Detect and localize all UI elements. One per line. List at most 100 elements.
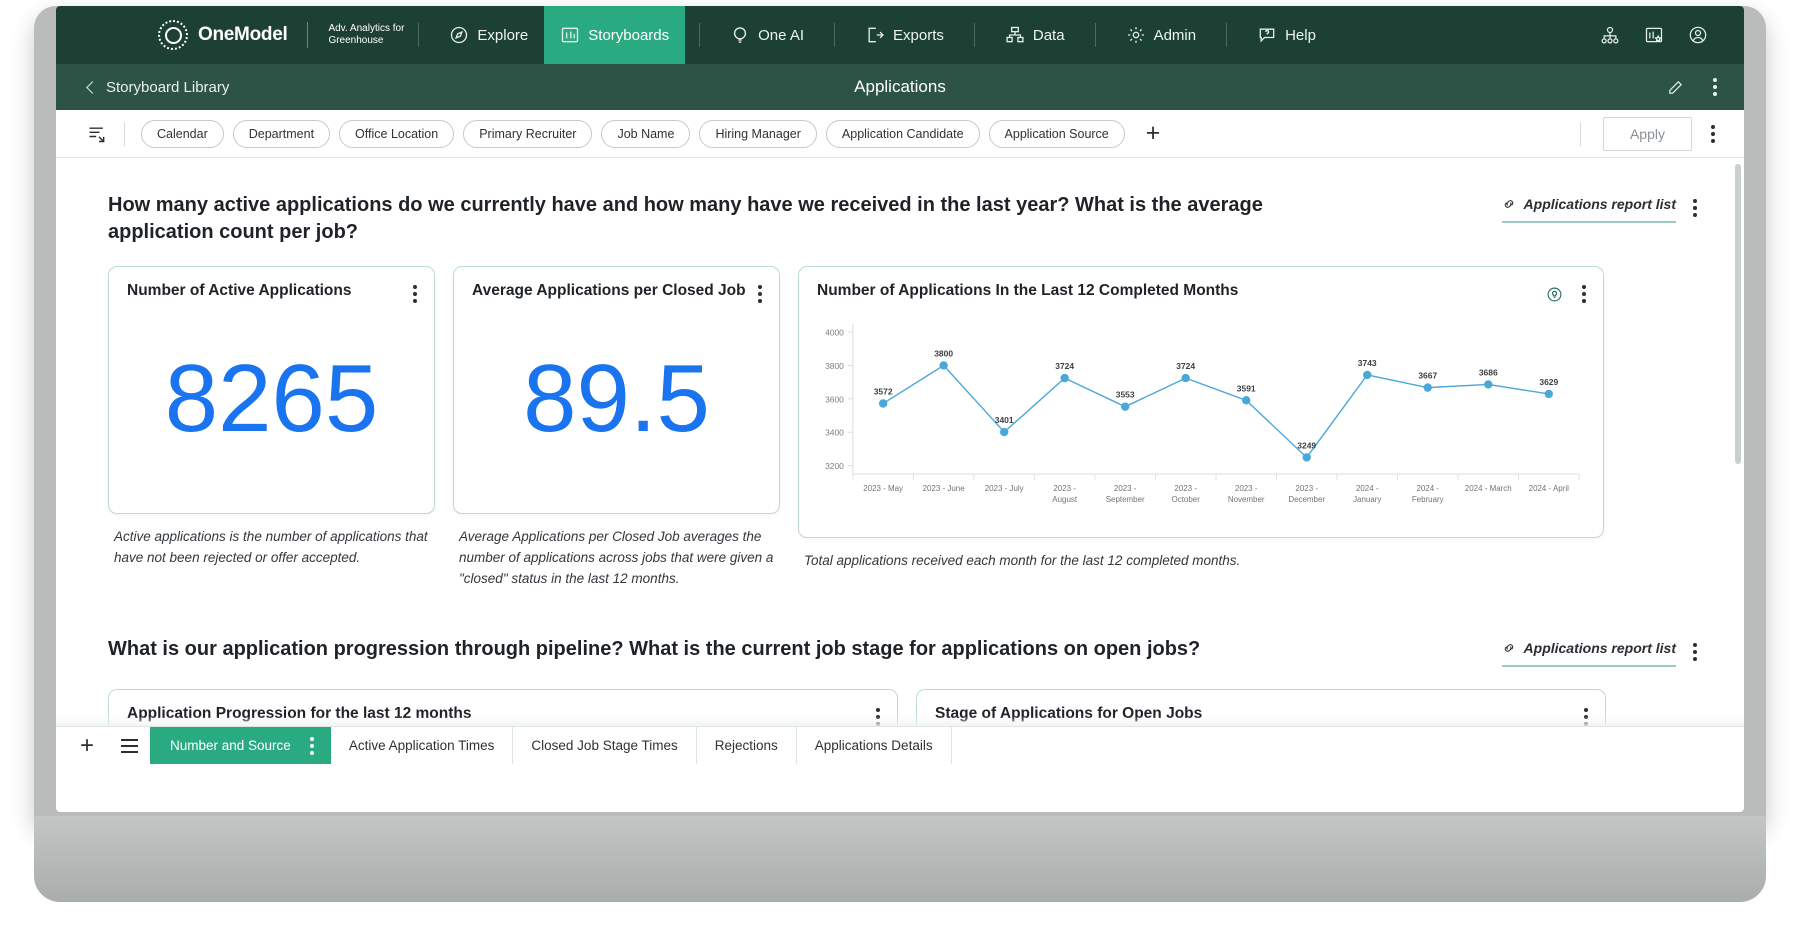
- tab-closed-job-stage-times[interactable]: Closed Job Stage Times: [513, 727, 697, 764]
- nav-label: One AI: [758, 26, 805, 44]
- compass-icon: [449, 25, 469, 45]
- tab-list-menu-button[interactable]: [108, 727, 150, 764]
- org-chart-icon[interactable]: [1600, 25, 1620, 45]
- svg-text:3249: 3249: [1297, 440, 1316, 450]
- svg-text:3629: 3629: [1539, 377, 1558, 387]
- svg-text:2023 - July: 2023 - July: [985, 484, 1024, 493]
- nav-label: Admin: [1153, 26, 1197, 44]
- filter-list-icon[interactable]: [86, 124, 108, 144]
- filter-chip-application-candidate[interactable]: Application Candidate: [825, 119, 980, 148]
- filter-chip-department[interactable]: Department: [232, 119, 331, 148]
- filter-chip-office-location[interactable]: Office Location: [339, 119, 455, 148]
- section-kebab-menu-icon-1[interactable]: [1690, 196, 1700, 220]
- export-icon: [865, 25, 885, 45]
- chart-column: Number of Applications In the Last 12 Co…: [798, 266, 1604, 572]
- lightbulb-icon[interactable]: [1546, 286, 1563, 303]
- svg-text:2023 -: 2023 -: [1235, 484, 1258, 493]
- report-link-label-1: Applications report list: [1523, 196, 1676, 212]
- add-filter-icon[interactable]: +: [1146, 121, 1161, 146]
- nav-label: Explore: [477, 26, 529, 44]
- device-frame: OneModel Adv. Analytics for Greenhouse E…: [0, 0, 1800, 941]
- filter-kebab-menu-icon[interactable]: [1708, 122, 1718, 146]
- chart-card-kebab-menu-icon[interactable]: [1579, 282, 1589, 306]
- svg-text:3724: 3724: [1176, 361, 1195, 371]
- svg-text:February: February: [1412, 495, 1444, 504]
- nav-divider: [1094, 23, 1096, 47]
- report-link-2[interactable]: Applications report list: [1501, 640, 1676, 667]
- nav-item-admin[interactable]: Admin: [1110, 6, 1213, 64]
- filter-chip-application-source[interactable]: Application Source: [988, 119, 1125, 148]
- subheader-kebab-menu-icon[interactable]: [1710, 75, 1720, 99]
- tab-kebab-menu-icon[interactable]: [307, 734, 317, 758]
- pencil-icon[interactable]: [1667, 79, 1684, 96]
- svg-text:January: January: [1353, 495, 1381, 504]
- nav-item-exports[interactable]: Exports: [849, 6, 960, 64]
- app-screen: OneModel Adv. Analytics for Greenhouse E…: [56, 6, 1744, 812]
- nav-divider: [1226, 23, 1228, 47]
- subheader-actions: [1667, 75, 1720, 99]
- kpi-caption-active-applications: Active applications is the number of app…: [114, 529, 428, 565]
- back-to-storyboard-library[interactable]: Storyboard Library: [86, 78, 230, 96]
- section-actions-1: Applications report list: [1501, 192, 1700, 223]
- filter-chip-hiring-manager[interactable]: Hiring Manager: [699, 119, 817, 148]
- svg-text:2023 - June: 2023 - June: [923, 484, 966, 493]
- svg-text:2024 -: 2024 -: [1416, 484, 1439, 493]
- svg-text:3400: 3400: [825, 428, 844, 438]
- panel-title: Stage of Applications for Open Jobs: [935, 704, 1203, 722]
- filter-chip-primary-recruiter[interactable]: Primary Recruiter: [463, 119, 593, 148]
- svg-text:2024 - March: 2024 - March: [1465, 484, 1512, 493]
- filter-actions-divider: [1579, 121, 1581, 146]
- tab-rejections[interactable]: Rejections: [697, 727, 797, 764]
- svg-text:2023 - May: 2023 - May: [863, 484, 903, 493]
- svg-text:3401: 3401: [995, 415, 1014, 425]
- filter-chip-calendar[interactable]: Calendar: [141, 119, 224, 148]
- nav-item-one-ai[interactable]: One AI: [714, 6, 820, 64]
- svg-text:August: August: [1052, 495, 1078, 504]
- svg-text:2024 -: 2024 -: [1356, 484, 1379, 493]
- favorite-dashboard-icon[interactable]: [1644, 25, 1664, 45]
- gear-icon: [1126, 25, 1146, 45]
- nav-label: Exports: [893, 26, 944, 44]
- kpi-card-kebab-menu-icon[interactable]: [755, 282, 765, 306]
- svg-text:September: September: [1106, 495, 1145, 504]
- svg-text:3800: 3800: [825, 361, 844, 371]
- section-actions-2: Applications report list: [1501, 636, 1700, 667]
- svg-text:October: October: [1172, 495, 1201, 504]
- help-chat-icon: [1257, 25, 1277, 45]
- tab-number-and-source[interactable]: Number and Source: [150, 727, 331, 764]
- nav-item-storyboards[interactable]: Storyboards: [544, 6, 686, 64]
- brand-divider: [307, 22, 309, 48]
- nav-right-icons: [1600, 25, 1744, 45]
- tab-active-application-times[interactable]: Active Application Times: [331, 727, 514, 764]
- link-chain-icon: [1502, 197, 1516, 211]
- kpi-card-active-applications: Number of Active Applications 8265: [108, 266, 435, 514]
- brand-logo-group: OneModel Adv. Analytics for Greenhouse: [158, 20, 404, 50]
- filter-chip-list: Calendar Department Office Location Prim…: [141, 119, 1161, 148]
- chevron-left-icon: [86, 80, 99, 94]
- brand-name: OneModel: [198, 24, 288, 45]
- plus-icon: +: [79, 731, 94, 759]
- back-label: Storyboard Library: [106, 78, 230, 96]
- section-question-2: What is our application progression thro…: [108, 637, 1201, 660]
- apply-button[interactable]: Apply: [1602, 116, 1692, 151]
- kpi-card-header: Average Applications per Closed Job: [454, 267, 779, 306]
- link-chain-icon: [1502, 641, 1516, 655]
- chart-card-header: Number of Applications In the Last 12 Co…: [799, 267, 1603, 306]
- nav-item-explore[interactable]: Explore: [433, 6, 544, 64]
- filter-chip-job-name[interactable]: Job Name: [601, 119, 691, 148]
- section-kebab-menu-icon-2[interactable]: [1690, 640, 1700, 664]
- content-scrollbar[interactable]: [1735, 164, 1741, 464]
- add-tab-button[interactable]: +: [66, 727, 108, 764]
- line-chart-svg: 3200 3400 3600 3800 4000 3572 3800 3401 3724 3553…: [825, 324, 1580, 504]
- panel-title: Application Progression for the last 12 …: [127, 704, 472, 722]
- report-link-1[interactable]: Applications report list: [1501, 196, 1676, 223]
- nav-item-data[interactable]: Data: [989, 6, 1081, 64]
- kpi-card-kebab-menu-icon[interactable]: [410, 282, 420, 306]
- nav-item-help[interactable]: Help: [1241, 6, 1332, 64]
- line-chart-area: 3200 3400 3600 3800 4000 3572 3800 3401 3724 3553…: [799, 306, 1603, 518]
- user-account-icon[interactable]: [1688, 25, 1708, 45]
- svg-text:November: November: [1228, 495, 1265, 504]
- sitemap-icon: [1005, 25, 1025, 45]
- svg-text:3724: 3724: [1055, 361, 1074, 371]
- tab-applications-details[interactable]: Applications Details: [797, 727, 952, 764]
